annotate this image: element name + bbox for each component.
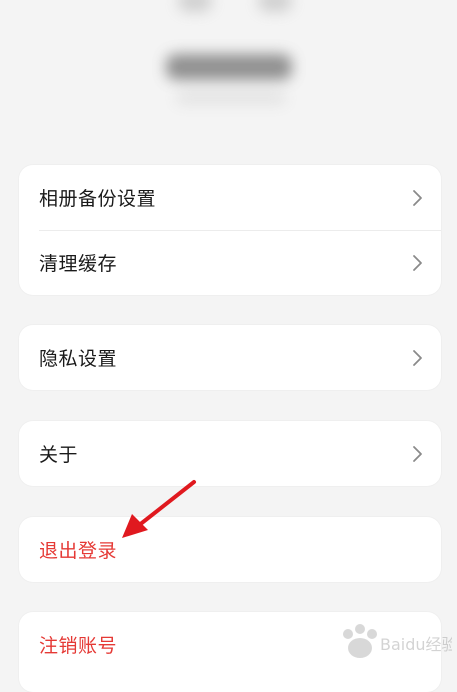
profile-header-blurred — [0, 0, 457, 150]
settings-item-label: 清理缓存 — [39, 253, 118, 275]
user-id-blurred — [176, 92, 286, 104]
logout-label: 退出登录 — [39, 540, 118, 562]
settings-item-album-backup[interactable]: 相册备份设置 — [19, 165, 441, 230]
settings-item-label: 关于 — [39, 444, 79, 466]
baidu-watermark-logo: Baidu经验 — [330, 620, 457, 670]
settings-group-backup-cache: 相册备份设置 清理缓存 — [19, 165, 441, 295]
chevron-right-icon — [411, 445, 425, 463]
settings-group-privacy: 隐私设置 — [19, 325, 441, 390]
logout-card: 退出登录 — [19, 517, 441, 582]
settings-item-clear-cache[interactable]: 清理缓存 — [19, 230, 441, 295]
settings-item-label: 隐私设置 — [39, 348, 118, 370]
chevron-right-icon — [411, 349, 425, 367]
settings-item-label: 相册备份设置 — [39, 188, 157, 210]
svg-text:Baidu经验: Baidu经验 — [380, 635, 452, 654]
avatar-blur-right — [258, 0, 292, 12]
settings-group-about: 关于 — [19, 421, 441, 486]
settings-item-about[interactable]: 关于 — [19, 421, 441, 486]
chevron-right-icon — [411, 254, 425, 272]
logout-button[interactable]: 退出登录 — [19, 517, 441, 582]
chevron-right-icon — [411, 189, 425, 207]
avatar-blur-left — [178, 0, 212, 12]
username-blurred — [166, 54, 292, 80]
settings-item-privacy[interactable]: 隐私设置 — [19, 325, 441, 390]
